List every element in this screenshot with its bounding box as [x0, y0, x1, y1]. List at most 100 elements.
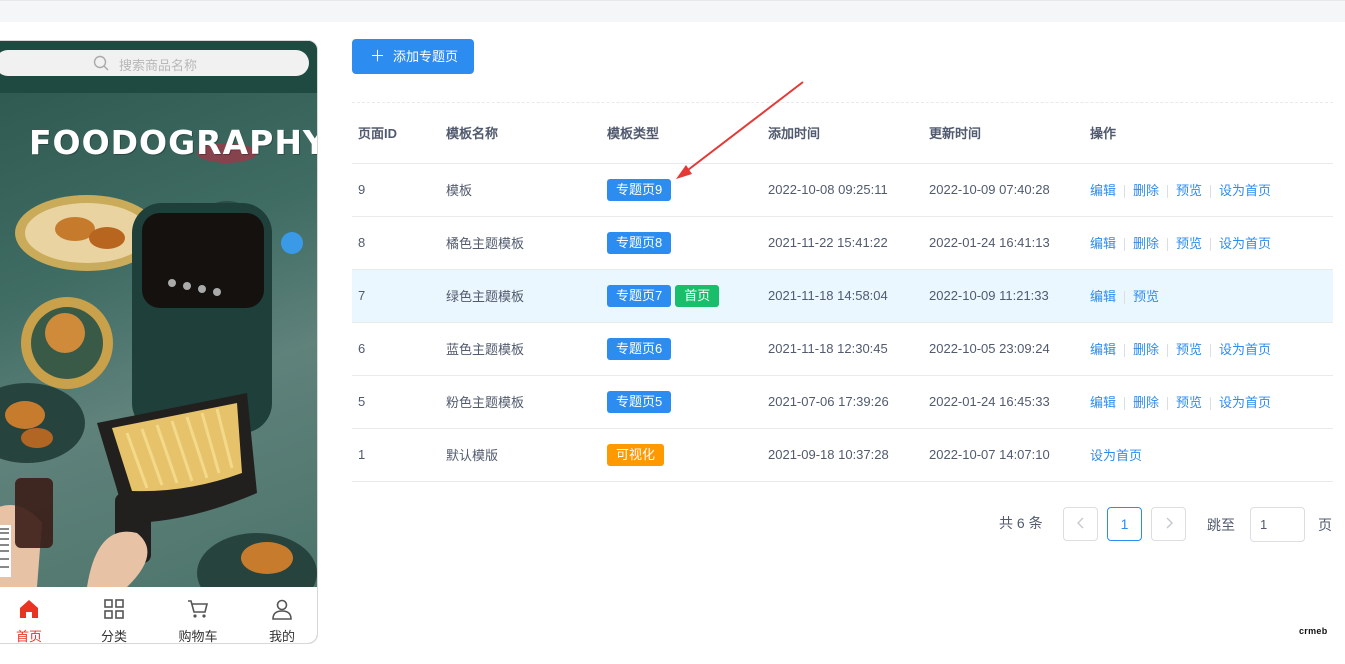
- row-id: 7: [352, 269, 440, 323]
- row-type: 专题页5: [601, 375, 762, 429]
- set-home-link[interactable]: 设为首页: [1219, 342, 1271, 357]
- jump-label: 跳至: [1207, 517, 1235, 533]
- table-row[interactable]: 9 模板 专题页9 2022-10-08 09:25:11 2022-10-09…: [352, 163, 1333, 217]
- row-updated: 2022-10-09 11:21:33: [923, 269, 1084, 323]
- row-updated: 2022-01-24 16:41:13: [923, 216, 1084, 270]
- edit-link[interactable]: 编辑: [1090, 342, 1116, 357]
- edit-link[interactable]: 编辑: [1090, 183, 1116, 198]
- header-template-type: 模板类型: [601, 103, 762, 164]
- row-actions: 编辑 删除 预览 设为首页: [1084, 375, 1333, 429]
- divider: [1167, 344, 1169, 358]
- header-created-time: 添加时间: [762, 103, 923, 164]
- divider: [1167, 397, 1169, 411]
- phone-preview: 搜索商品名称 FOODOGRAPHY. 首页 分类 购物车 我的: [0, 40, 318, 644]
- table-row-current-home[interactable]: 7 绿色主题模板 专题页7 首页 2021-11-18 14:58:04 2022…: [352, 269, 1333, 323]
- delete-link[interactable]: 删除: [1133, 342, 1159, 357]
- preview-link[interactable]: 预览: [1176, 183, 1202, 198]
- row-actions: 设为首页: [1084, 428, 1333, 482]
- preview-link[interactable]: 预览: [1133, 289, 1159, 304]
- delete-link[interactable]: 删除: [1133, 395, 1159, 410]
- row-id: 6: [352, 322, 440, 376]
- row-type: 可视化: [601, 428, 762, 482]
- row-created: 2021-11-22 15:41:22: [762, 216, 923, 270]
- preview-link[interactable]: 预览: [1176, 395, 1202, 410]
- tab-cart[interactable]: 购物车: [156, 587, 240, 644]
- table-row[interactable]: 8 橘色主题模板 专题页8 2021-11-22 15:41:22 2022-0…: [352, 216, 1333, 270]
- edit-link[interactable]: 编辑: [1090, 395, 1116, 410]
- edit-link[interactable]: 编辑: [1090, 289, 1116, 304]
- prev-page-button[interactable]: [1063, 507, 1098, 541]
- page-suffix-label: 页: [1318, 517, 1332, 533]
- header-template-name: 模板名称: [440, 103, 601, 164]
- tab-mine[interactable]: 我的: [240, 587, 317, 644]
- table-row[interactable]: 6 蓝色主题模板 专题页6 2021-11-18 12:30:45 2022-1…: [352, 322, 1333, 376]
- set-home-link[interactable]: 设为首页: [1219, 395, 1271, 410]
- row-actions: 编辑 删除 预览 设为首页: [1084, 216, 1333, 270]
- row-type: 专题页6: [601, 322, 762, 376]
- top-bar: [0, 0, 1345, 22]
- plus-icon: ＋: [370, 48, 386, 65]
- watermark-logo: crmeb: [1299, 626, 1328, 636]
- tab-category-label: 分类: [100, 629, 127, 644]
- phone-search-box[interactable]: 搜索商品名称: [0, 50, 309, 76]
- set-home-link[interactable]: 设为首页: [1219, 183, 1271, 198]
- tab-home-label: 首页: [15, 629, 42, 644]
- search-icon: [93, 55, 109, 71]
- user-icon: [272, 599, 292, 620]
- row-updated: 2022-10-09 07:40:28: [923, 163, 1084, 217]
- row-name: 粉色主题模板: [440, 375, 601, 429]
- tab-home[interactable]: 首页: [0, 587, 71, 644]
- row-id: 5: [352, 375, 440, 429]
- search-placeholder: 搜索商品名称: [119, 58, 198, 73]
- row-id: 1: [352, 428, 440, 482]
- table-row[interactable]: 1 默认模版 可视化 2021-09-18 10:37:28 2022-10-0…: [352, 428, 1333, 482]
- divider: [1210, 185, 1212, 199]
- home-badge: 首页: [675, 284, 720, 307]
- type-tag: 可视化: [607, 443, 665, 466]
- preview-link[interactable]: 预览: [1176, 236, 1202, 251]
- delete-link[interactable]: 删除: [1133, 183, 1159, 198]
- row-created: 2021-11-18 14:58:04: [762, 269, 923, 323]
- preview-link[interactable]: 预览: [1176, 342, 1202, 357]
- divider: [1124, 344, 1126, 358]
- divider: [1167, 238, 1169, 252]
- page-1-button[interactable]: 1: [1107, 507, 1142, 541]
- template-table: 页面ID 模板名称 模板类型 添加时间 更新时间 操作 9 模板 专题页9 20…: [352, 103, 1333, 482]
- row-name: 橘色主题模板: [440, 216, 601, 270]
- divider: [1124, 397, 1126, 411]
- poster-title: FOODOGRAPHY.: [29, 123, 317, 162]
- row-actions: 编辑 删除 预览 设为首页: [1084, 163, 1333, 217]
- set-home-link[interactable]: 设为首页: [1090, 448, 1142, 463]
- edit-link[interactable]: 编辑: [1090, 236, 1116, 251]
- tab-category[interactable]: 分类: [72, 587, 156, 644]
- row-id: 9: [352, 163, 440, 217]
- row-actions: 编辑 删除 预览 设为首页: [1084, 322, 1333, 376]
- table-row[interactable]: 5 粉色主题模板 专题页5 2021-07-06 17:39:26 2022-0…: [352, 375, 1333, 429]
- home-icon: [20, 600, 38, 618]
- pagination-total: 共 6 条: [999, 515, 1043, 531]
- poster-illustration: [0, 143, 317, 587]
- jump-page-input[interactable]: [1250, 507, 1305, 542]
- phone-search-bar: 搜索商品名称: [0, 41, 317, 87]
- divider: [1124, 185, 1126, 199]
- add-topic-page-button[interactable]: ＋ 添加专题页: [352, 39, 474, 74]
- row-type: 专题页8: [601, 216, 762, 270]
- header-page-id: 页面ID: [352, 103, 440, 164]
- grid-icon: [104, 599, 124, 619]
- tab-cart-label: 购物车: [178, 629, 218, 644]
- type-tag: 专题页7: [607, 284, 672, 307]
- banner-poster[interactable]: FOODOGRAPHY.: [0, 93, 317, 587]
- divider: [1167, 185, 1169, 199]
- chevron-right-icon: [1166, 517, 1173, 529]
- tab-mine-label: 我的: [268, 629, 295, 644]
- table-header: 页面ID 模板名称 模板类型 添加时间 更新时间 操作: [352, 103, 1333, 164]
- delete-link[interactable]: 删除: [1133, 236, 1159, 251]
- type-tag: 专题页5: [607, 390, 672, 413]
- next-page-button[interactable]: [1151, 507, 1186, 541]
- set-home-link[interactable]: 设为首页: [1219, 236, 1271, 251]
- row-created: 2021-11-18 12:30:45: [762, 322, 923, 376]
- row-created: 2022-10-08 09:25:11: [762, 163, 923, 217]
- row-created: 2021-07-06 17:39:26: [762, 375, 923, 429]
- row-name: 模板: [440, 163, 601, 217]
- header-actions: 操作: [1084, 103, 1333, 164]
